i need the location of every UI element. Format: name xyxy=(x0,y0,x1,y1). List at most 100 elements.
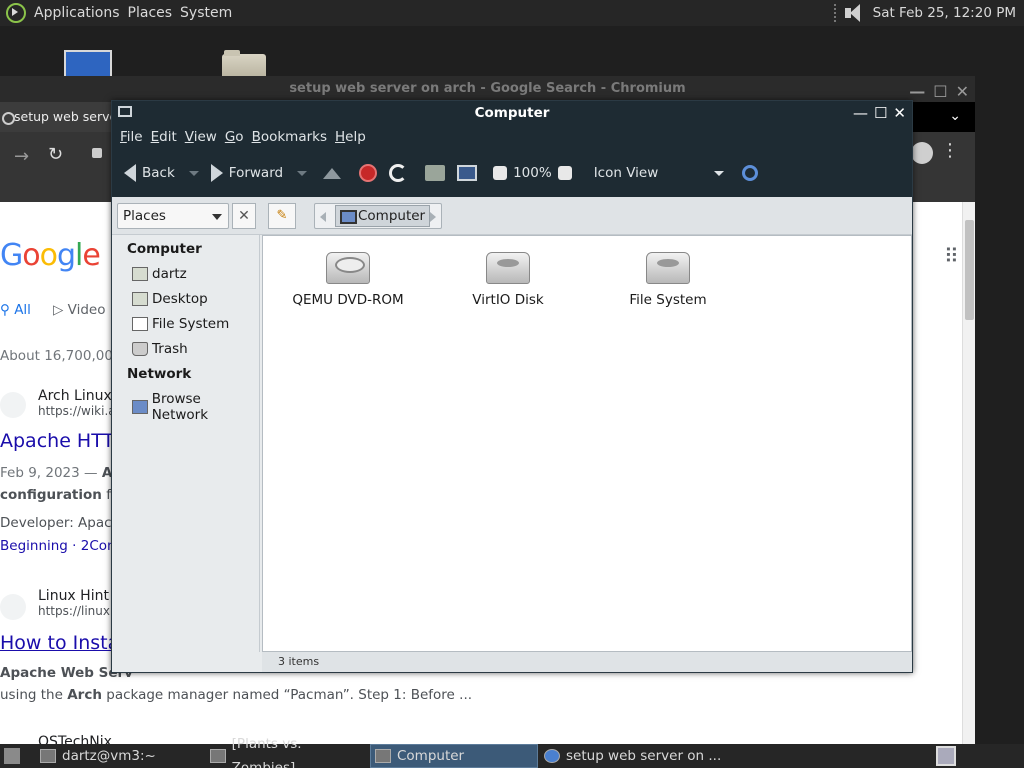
up-button[interactable] xyxy=(317,167,347,179)
back-history-dropdown-icon[interactable] xyxy=(188,170,199,176)
drive-item-virtio-disk[interactable]: VirtIO Disk xyxy=(433,246,583,308)
result-site[interactable]: Linux Hint https://linuxh xyxy=(38,588,118,618)
menu-help[interactable]: Help xyxy=(331,129,370,145)
close-icon[interactable]: ✕ xyxy=(893,101,906,125)
task-terminal[interactable]: dartz@vm3:~ xyxy=(36,744,202,768)
result-title[interactable]: Apache HTT xyxy=(0,430,114,452)
scrollbar-thumb[interactable] xyxy=(965,220,974,320)
sidebar-item-trash[interactable]: Trash xyxy=(132,341,188,357)
reload-icon[interactable]: ↻ xyxy=(48,144,63,165)
task-plants-vs-zombies[interactable]: [Plants vs. Zombies] xyxy=(206,736,366,768)
reload-button[interactable] xyxy=(383,164,413,182)
drive-item-file-system[interactable]: File System xyxy=(593,246,743,308)
forward-button[interactable]: Forward xyxy=(205,164,313,182)
computer-icon[interactable] xyxy=(118,106,132,117)
breadcrumb-left-icon[interactable] xyxy=(320,212,326,222)
terminal-icon xyxy=(40,749,56,763)
file-manager-titlebar[interactable]: Computer — ☐ ✕ xyxy=(112,101,912,125)
zoom-in-button[interactable] xyxy=(552,166,578,180)
show-desktop-icon[interactable] xyxy=(4,748,20,764)
network-icon xyxy=(132,400,148,414)
computer-icon xyxy=(457,165,478,181)
zoom-out-button[interactable] xyxy=(487,166,513,180)
tab-all[interactable]: ⚲ All xyxy=(0,302,31,318)
menu-file[interactable]: File xyxy=(116,129,147,145)
optical-drive-icon xyxy=(326,252,370,284)
sidebar-item-file-system[interactable]: File System xyxy=(132,316,229,332)
linuxhint-favicon xyxy=(0,594,26,620)
result-stats: About 16,700,000 xyxy=(0,348,122,364)
edit-location-icon[interactable]: ✎ xyxy=(268,203,296,229)
chromium-icon xyxy=(544,749,560,763)
file-manager-window: Computer — ☐ ✕ File Edit View Go Bookmar… xyxy=(111,100,913,673)
computer-button[interactable] xyxy=(451,165,483,181)
page-scrollbar[interactable] xyxy=(962,202,975,744)
sidebar-heading-computer: Computer xyxy=(127,241,202,257)
home-button[interactable] xyxy=(419,165,451,181)
view-mode-select[interactable]: Icon View xyxy=(588,165,731,181)
task-chromium[interactable]: setup web server on ... xyxy=(540,744,730,768)
sidebar-item-browse-network[interactable]: Browse Network xyxy=(132,391,259,423)
menu-bookmarks[interactable]: Bookmarks xyxy=(248,129,331,145)
google-apps-icon[interactable]: ⠿ xyxy=(944,244,959,268)
menu-edit[interactable]: Edit xyxy=(147,129,181,145)
result-title[interactable]: How to Insta xyxy=(0,632,119,654)
breadcrumb-computer[interactable]: Computer xyxy=(335,205,431,227)
menu-go[interactable]: Go xyxy=(221,129,248,145)
task-computer[interactable]: Computer xyxy=(370,744,538,768)
result-site[interactable]: Arch Linux https://wiki.a xyxy=(38,388,116,418)
minimize-icon[interactable]: — xyxy=(853,101,868,125)
icon-view[interactable]: QEMU DVD-ROM VirtIO Disk File System xyxy=(262,235,912,652)
breadcrumb-right-icon[interactable] xyxy=(430,212,436,222)
desktop-home-folder-icon[interactable] xyxy=(222,50,266,78)
close-side-pane-icon[interactable]: ✕ xyxy=(232,203,256,229)
tab-search-chevron-icon[interactable]: ⌄ xyxy=(949,108,961,124)
result-sitelinks[interactable]: Beginning · 2Conf xyxy=(0,538,120,554)
search-button[interactable] xyxy=(736,165,764,181)
sidebar-heading-network: Network xyxy=(127,366,192,382)
sidebar-item-desktop[interactable]: Desktop xyxy=(132,291,208,307)
profile-avatar-icon[interactable] xyxy=(911,142,933,164)
drive-icon xyxy=(132,317,148,331)
menubar: File Edit View Go Bookmarks Help xyxy=(112,125,912,149)
sidebar-item-dartz[interactable]: dartz xyxy=(132,266,187,282)
trash-icon xyxy=(132,342,148,356)
zoom-in-icon xyxy=(557,166,572,180)
browser-tab-title: setup web server xyxy=(14,109,123,124)
forward-history-dropdown-icon[interactable] xyxy=(297,170,308,176)
system-menu[interactable]: System xyxy=(176,5,236,21)
lock-icon[interactable] xyxy=(92,148,102,158)
forward-arrow-icon[interactable]: → xyxy=(14,146,29,167)
result-site[interactable]: OSTechNix xyxy=(38,734,112,744)
stop-button[interactable] xyxy=(353,164,383,182)
side-pane-select[interactable]: Places xyxy=(117,203,229,229)
mate-menu-icon[interactable] xyxy=(6,3,26,23)
toolbar: Back Forward 100% Icon View xyxy=(112,149,912,197)
applications-menu[interactable]: Applications xyxy=(30,5,124,21)
back-button[interactable]: Back xyxy=(118,164,205,182)
chromium-window-title: setup web server on arch - Google Search… xyxy=(289,81,686,96)
workspace-switcher[interactable] xyxy=(936,746,956,766)
more-menu-icon[interactable]: ⋮ xyxy=(941,140,959,161)
top-panel: Applications Places System Sat Feb 25, 1… xyxy=(0,0,1024,26)
places-menu[interactable]: Places xyxy=(124,5,177,21)
clock[interactable]: Sat Feb 25, 12:20 PM xyxy=(873,5,1016,21)
panel-separator xyxy=(833,4,837,22)
desktop-computer-icon[interactable] xyxy=(64,50,112,78)
search-icon xyxy=(742,165,759,181)
google-logo[interactable]: Google xyxy=(0,238,101,273)
places-sidebar: Computer dartz Desktop File System Trash… xyxy=(112,235,260,652)
tab-videos[interactable]: ▷ Video xyxy=(53,302,106,318)
back-arrow-icon xyxy=(124,164,136,182)
drive-item-qemu-dvd-rom[interactable]: QEMU DVD-ROM xyxy=(273,246,423,308)
chromium-titlebar[interactable]: setup web server on arch - Google Search… xyxy=(0,76,975,102)
bottom-panel: dartz@vm3:~ [Plants vs. Zombies] Compute… xyxy=(0,736,1024,768)
computer-icon xyxy=(375,749,391,763)
maximize-icon[interactable]: ☐ xyxy=(874,101,887,125)
menu-view[interactable]: View xyxy=(181,129,221,145)
volume-icon[interactable] xyxy=(844,4,867,22)
zoom-level[interactable]: 100% xyxy=(513,165,552,181)
home-folder-icon xyxy=(425,165,446,181)
up-arrow-icon xyxy=(323,167,342,179)
home-folder-icon xyxy=(132,267,148,281)
